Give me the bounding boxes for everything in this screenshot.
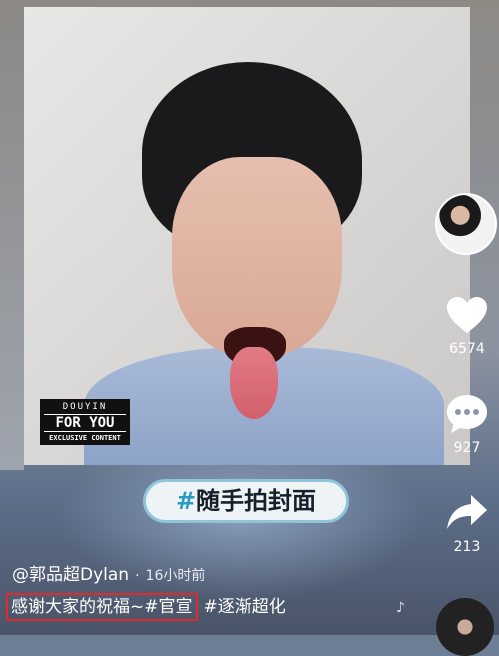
- cover-tag-hash: #: [175, 487, 197, 515]
- caption-hashtag[interactable]: #逐渐超化: [204, 597, 286, 617]
- caption: 感谢大家的祝福~#官宣 #逐渐超化: [6, 592, 286, 621]
- share-count: 213: [453, 539, 481, 555]
- comment-count: 927: [453, 440, 481, 456]
- author-name[interactable]: @郭品超Dylan: [12, 565, 129, 585]
- like-count: 6574: [449, 341, 485, 357]
- share-icon: [447, 495, 487, 529]
- background-edge: [0, 0, 24, 470]
- author-avatar[interactable]: [435, 193, 497, 255]
- video-frame[interactable]: DOUYIN FOR YOU EXCLUSIVE CONTENT: [24, 7, 470, 465]
- music-disc[interactable]: [436, 598, 494, 656]
- watermark-line3: EXCLUSIVE CONTENT: [49, 434, 121, 442]
- share-button[interactable]: 213: [438, 493, 496, 555]
- like-button[interactable]: 6574: [438, 295, 496, 357]
- heart-icon: [447, 297, 487, 333]
- music-note-icon: ♪: [396, 600, 405, 616]
- watermark-line2: FOR YOU: [44, 414, 126, 432]
- watermark-line1: DOUYIN: [62, 402, 108, 412]
- douyin-watermark: DOUYIN FOR YOU EXCLUSIVE CONTENT: [40, 399, 130, 445]
- comment-button[interactable]: 927: [438, 393, 496, 456]
- author-line: @郭品超Dylan · 16小时前: [12, 560, 205, 585]
- post-time: 16小时前: [145, 568, 206, 584]
- person-tongue: [230, 347, 278, 419]
- comment-icon: [447, 395, 487, 433]
- caption-highlighted-text: 感谢大家的祝福~#官宣: [6, 593, 198, 621]
- separator-dot: ·: [135, 568, 140, 584]
- cover-tag-label: 随手拍封面: [196, 487, 317, 515]
- cover-tag-pill[interactable]: #随手拍封面: [143, 479, 349, 523]
